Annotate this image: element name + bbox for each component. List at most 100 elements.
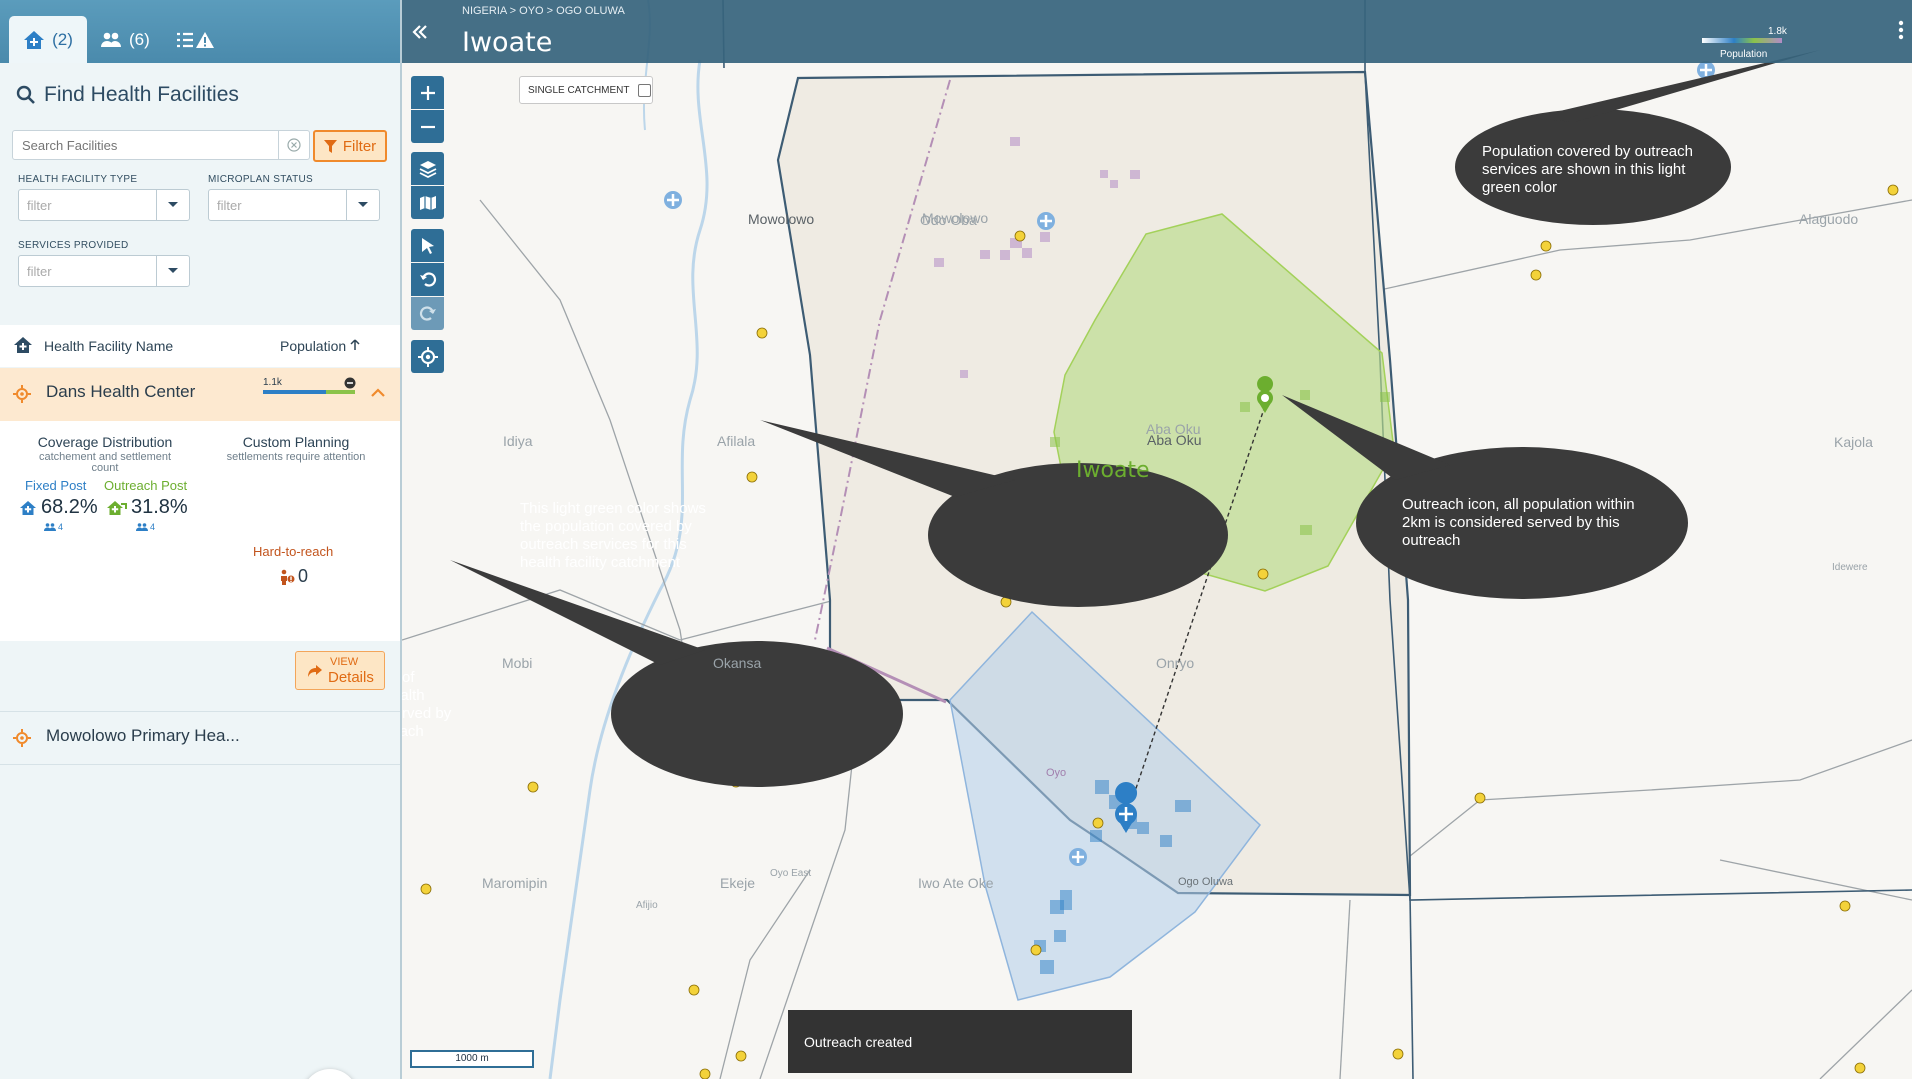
fixed-settlement-count-value: 4 [58, 522, 64, 532]
tab-facilities-count: (2) [52, 29, 73, 49]
basemap-button[interactable] [411, 186, 444, 219]
single-catchment-label: SINGLE CATCHMENT [528, 84, 630, 96]
fixed-post-label: Fixed Post [25, 478, 87, 493]
outreach-post-home-icon [107, 500, 127, 515]
chevron-down-icon[interactable] [156, 256, 189, 286]
facility-list-header: Health Facility Name Population [0, 325, 400, 367]
tab-tasks[interactable] [176, 16, 216, 63]
vertical-dots-icon [1898, 20, 1904, 40]
town-label: Iwo Ate Oke [918, 875, 994, 891]
outreach-post-pct-value: 31.8% [131, 496, 188, 518]
town-label: Ekeje [720, 875, 756, 891]
annotation-green-coverage: This light green color shows the populat… [520, 500, 706, 571]
sidebar-body: Find Health Facilities Filter HEALTH FAC… [0, 63, 400, 1079]
redo-button[interactable] [411, 297, 444, 330]
view-details-button[interactable]: VIEW Details [295, 651, 385, 690]
town-label: Alaguodo [1799, 211, 1859, 227]
outreach-post-percentage: 31.8% [107, 496, 188, 519]
column-population[interactable]: Population [280, 338, 360, 354]
fixed-settlement-count: 4 [44, 522, 63, 532]
close-circle-icon [287, 138, 301, 152]
facility-row[interactable]: Mowolowo Primary Hea... [0, 711, 400, 765]
outreach-settlement-count: 4 [136, 522, 155, 532]
fixed-post-home-icon [20, 500, 36, 515]
share-arrow-icon [308, 665, 322, 677]
chevron-down-icon[interactable] [346, 190, 379, 220]
services-provided-placeholder: filter [27, 264, 52, 279]
layers-button[interactable] [411, 152, 444, 185]
town-label: Ogo Oluwa [1178, 876, 1234, 888]
minus-icon [420, 125, 435, 128]
crosshair-icon [417, 346, 438, 367]
microplan-status-label: MICROPLAN STATUS [208, 174, 313, 185]
minus-circle-icon[interactable] [344, 377, 356, 389]
search-facilities-field[interactable] [12, 130, 310, 160]
hard-to-reach-person-icon [281, 569, 295, 585]
filter-button[interactable]: Filter [313, 130, 387, 162]
map-canvas[interactable]: Odo Oba Mowolowo Aba Oku Idiya Afilala A… [402, 0, 1912, 1079]
fixed-post-percentage: 68.2% [19, 496, 98, 519]
population-split-bar [263, 390, 355, 394]
town-label: Mowolowo [922, 210, 989, 226]
double-chevron-left-icon [412, 25, 427, 39]
facility-name: Mowolowo Primary Hea... [46, 726, 240, 745]
find-facilities-title: Find Health Facilities [44, 83, 239, 106]
town-label: Maromipin [482, 875, 548, 891]
zoom-out-button[interactable] [411, 110, 444, 143]
custom-planning-title: Custom Planning [242, 434, 350, 450]
locate-button[interactable] [411, 340, 444, 373]
single-catchment-checkbox[interactable] [637, 83, 651, 97]
town-label: Mobi [502, 655, 533, 671]
facility-type-select[interactable]: filter [18, 189, 190, 221]
facility-row-selected[interactable]: Dans Health Center 1.1k [0, 368, 400, 421]
tab-facilities[interactable]: (2) [9, 16, 87, 63]
zoom-in-button[interactable] [411, 76, 444, 109]
facility-name: Dans Health Center [46, 382, 196, 401]
services-provided-select[interactable]: filter [18, 255, 190, 287]
town-label-mowolowo: Mowolowo [748, 211, 815, 227]
legend-max-value: 1.8k [1768, 26, 1787, 37]
undo-icon [419, 271, 436, 287]
clear-search-button[interactable] [278, 131, 309, 159]
people-icon [136, 523, 148, 531]
more-options-button[interactable] [1898, 20, 1904, 45]
town-label: Oyo [1046, 767, 1067, 779]
town-label: Okansa [713, 655, 762, 671]
tab-settlements[interactable]: (6) [100, 16, 150, 63]
town-label: Idiya [503, 433, 533, 449]
microplan-status-select[interactable]: filter [208, 189, 380, 221]
sort-arrow-up-icon [350, 339, 360, 350]
chevron-up-icon[interactable] [371, 388, 385, 397]
fixed-post-bar [263, 390, 326, 394]
outreach-settlement-count-value: 4 [150, 522, 156, 532]
column-population-label: Population [280, 338, 347, 354]
town-label: Oyo East [770, 868, 812, 879]
single-catchment-toggle[interactable]: SINGLE CATCHMENT [519, 76, 653, 104]
town-label: Afilala [717, 433, 756, 449]
custom-planning-subtitle: settlements require attention [226, 451, 366, 463]
filter-button-label: Filter [342, 137, 377, 155]
facility-type-placeholder: filter [27, 198, 52, 213]
search-input[interactable] [20, 131, 274, 159]
town-label-aba-oku: Aba Oku [1147, 432, 1202, 448]
column-health-facility-name[interactable]: Health Facility Name [44, 338, 173, 354]
area-label: Iwoate [1076, 458, 1150, 483]
select-tool-button[interactable] [411, 229, 444, 262]
collapse-sidebar-button[interactable] [412, 20, 428, 46]
town-label: Kajola [1834, 434, 1873, 450]
fixed-post-pct-value: 68.2% [41, 496, 98, 518]
undo-button[interactable] [411, 263, 444, 296]
search-icon [16, 85, 35, 104]
facility-details-panel: Coverage Distribution catchement and set… [0, 421, 400, 641]
map-icon [419, 195, 436, 210]
chevron-down-icon[interactable] [156, 190, 189, 220]
view-details-line1: VIEW [330, 656, 359, 668]
tab-settlements-count: (6) [129, 29, 150, 49]
view-details-line2: Details [328, 669, 374, 686]
add-button[interactable] [302, 1069, 358, 1079]
facility-type-label: HEALTH FACILITY TYPE [18, 174, 138, 185]
breadcrumb[interactable]: NIGERIA > OYO > OGO OLUWA [462, 5, 625, 17]
services-provided-label: SERVICES PROVIDED [18, 240, 129, 251]
facility-home-icon [24, 30, 45, 49]
facility-home-icon [14, 337, 32, 353]
